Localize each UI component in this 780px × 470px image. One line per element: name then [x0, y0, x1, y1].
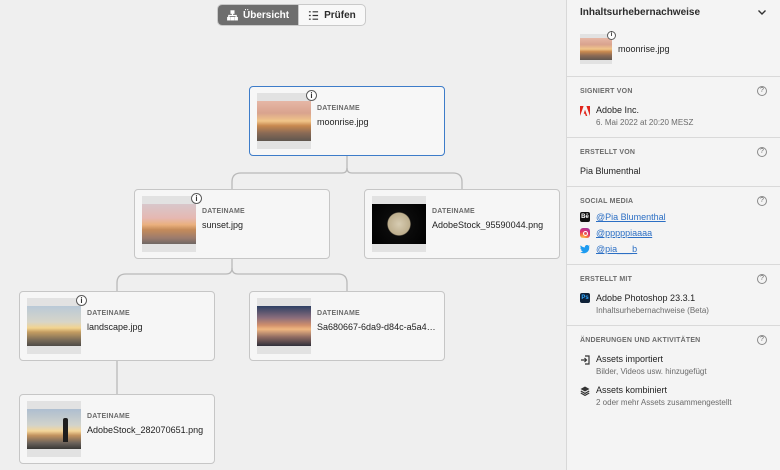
node-moonrise[interactable]: i DATEINAME moonrise.jpg	[249, 86, 445, 156]
node-thumbnail	[27, 401, 81, 457]
section-title: ERSTELLT MIT	[580, 275, 633, 283]
chevron-down-icon[interactable]	[757, 7, 767, 17]
creator-name: Pia Blumenthal	[580, 166, 641, 176]
help-icon[interactable]: ?	[757, 335, 767, 345]
thumbnail-image	[372, 204, 426, 244]
provenance-canvas: Übersicht Prüfen i DATEINAME moonrise.jp…	[0, 0, 566, 470]
activity-section: ÄNDERUNGEN UND AKTIVITÄTEN ? Assets impo…	[567, 326, 780, 417]
node-adobestock-moon[interactable]: DATEINAME AdobeStock_95590044.png	[364, 189, 560, 259]
help-icon[interactable]: ?	[757, 147, 767, 157]
activity-title: Assets importiert	[596, 354, 664, 364]
info-icon[interactable]: i	[306, 90, 317, 101]
link-root-right	[346, 167, 463, 190]
node-thumbnail	[257, 298, 311, 354]
activity-item: Assets kombiniert 2 oder mehr Assets zus…	[580, 385, 767, 407]
help-icon[interactable]: ?	[757, 86, 767, 96]
node-filename: AdobeStock_282070651.png	[87, 425, 204, 435]
selected-file: i moonrise.jpg	[567, 24, 780, 77]
node-landscape[interactable]: i DATEINAME landscape.jpg	[19, 291, 215, 361]
twitter-link[interactable]: @pia___b	[596, 244, 637, 254]
node-label: DATEINAME	[87, 310, 130, 317]
node-filename: sunset.jpg	[202, 220, 244, 230]
node-label: DATEINAME	[87, 413, 130, 420]
app-name: Adobe Photoshop 23.3.1	[596, 293, 696, 303]
file-name: moonrise.jpg	[618, 44, 670, 54]
node-filename: Sa680667-6da9-d84c-a5a4-bc...	[317, 322, 437, 332]
thumbnail-image	[27, 409, 81, 449]
thumbnail-image	[257, 306, 311, 346]
activity-detail: Bilder, Videos usw. hinzugefügt	[596, 367, 707, 376]
section-title: ÄNDERUNGEN UND AKTIVITÄTEN	[580, 336, 701, 344]
import-icon	[581, 355, 590, 365]
social-media-section: SOCIAL MEDIA ? Bē @Pia Blumenthal @ppppp…	[567, 187, 780, 265]
thumbnail-image	[142, 204, 196, 244]
panel-title: Inhaltsurhebernachweise	[580, 6, 701, 18]
node-thumbnail: i	[27, 295, 87, 354]
signer-name: Adobe Inc.	[596, 105, 640, 115]
node-thumbnail: i	[142, 193, 202, 252]
node-label: DATEINAME	[432, 208, 475, 215]
thumbnail-image	[27, 306, 81, 346]
created-with-section: ERSTELLT MIT ? Ps Adobe Photoshop 23.3.1…	[567, 265, 780, 326]
created-by-section: ERSTELLT VON ? Pia Blumenthal	[567, 138, 780, 187]
node-adobestock-person[interactable]: DATEINAME AdobeStock_282070651.png	[19, 394, 215, 464]
help-icon[interactable]: ?	[757, 196, 767, 206]
help-icon[interactable]: ?	[757, 274, 767, 284]
info-icon[interactable]: i	[607, 31, 616, 40]
node-label: DATEINAME	[317, 310, 360, 317]
node-label: DATEINAME	[202, 208, 245, 215]
behance-icon: Bē	[580, 212, 590, 222]
info-icon[interactable]: i	[191, 193, 202, 204]
link-mid-left	[116, 258, 233, 292]
content-credentials-panel: Inhaltsurhebernachweise i moonrise.jpg S…	[566, 0, 780, 470]
link-mid-right	[231, 267, 348, 292]
file-thumbnail: i	[580, 31, 616, 64]
node-sky[interactable]: DATEINAME Sa680667-6da9-d84c-a5a4-bc...	[249, 291, 445, 361]
activity-title: Assets kombiniert	[596, 385, 668, 395]
signed-by-section: SIGNIERT VON ? Adobe Inc. 6. Mai 2022 at…	[567, 77, 780, 138]
node-label: DATEINAME	[317, 105, 360, 112]
activity-detail: 2 oder mehr Assets zusammengestellt	[596, 398, 732, 407]
photoshop-icon: Ps	[580, 293, 590, 303]
layers-icon	[580, 386, 590, 396]
section-title: SOCIAL MEDIA	[580, 197, 634, 205]
node-filename: AdobeStock_95590044.png	[432, 220, 544, 230]
signed-date: 6. Mai 2022 at 20:20 MESZ	[596, 118, 694, 127]
node-filename: moonrise.jpg	[317, 117, 369, 127]
node-filename: landscape.jpg	[87, 322, 143, 332]
section-title: SIGNIERT VON	[580, 87, 633, 95]
info-icon[interactable]: i	[76, 295, 87, 306]
section-title: ERSTELLT VON	[580, 148, 636, 156]
activity-item: Assets importiert Bilder, Videos usw. hi…	[580, 354, 767, 376]
app-detail: Inhaltsurhebernachweise (Beta)	[596, 306, 709, 315]
link-root-left	[231, 156, 348, 190]
thumbnail-image	[580, 38, 612, 60]
node-thumbnail	[372, 196, 426, 252]
behance-link[interactable]: @Pia Blumenthal	[596, 212, 666, 222]
node-sunset[interactable]: i DATEINAME sunset.jpg	[134, 189, 330, 259]
twitter-icon	[580, 245, 590, 254]
instagram-icon	[580, 228, 590, 238]
node-thumbnail: i	[257, 90, 317, 149]
thumbnail-image	[257, 101, 311, 141]
instagram-link[interactable]: @pppppiaaaa	[596, 228, 652, 238]
adobe-logo-icon	[580, 106, 590, 116]
panel-header[interactable]: Inhaltsurhebernachweise	[567, 0, 780, 24]
